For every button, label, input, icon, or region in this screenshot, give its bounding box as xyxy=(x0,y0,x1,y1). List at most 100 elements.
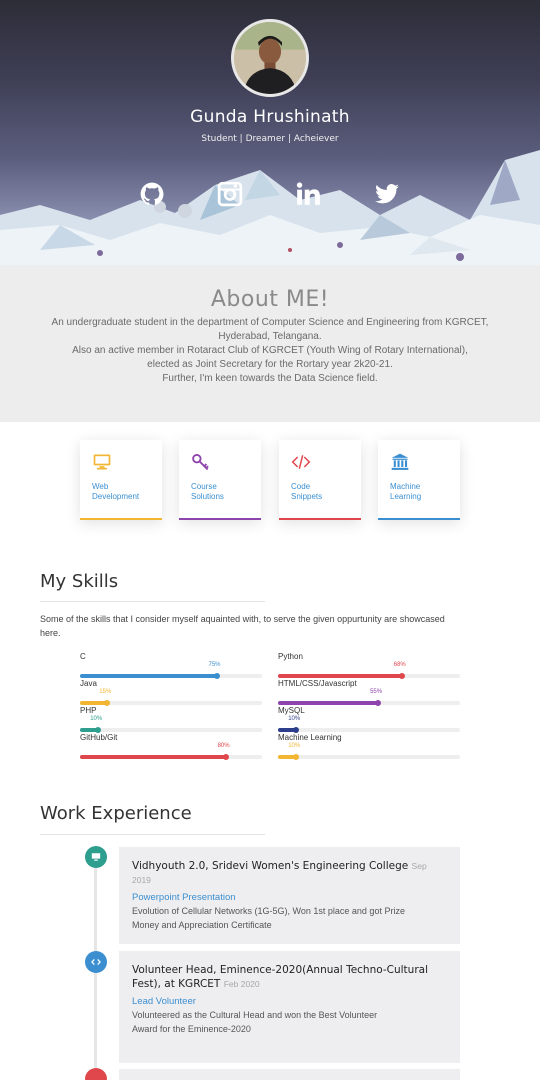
twitter-icon[interactable] xyxy=(373,180,401,208)
service-label: Machine xyxy=(390,482,421,491)
timeline-dot xyxy=(85,951,107,973)
skill-progress-fill xyxy=(80,755,226,759)
skill-name: Python xyxy=(278,652,303,661)
about-text: An undergraduate student in the departme… xyxy=(0,316,540,386)
skill-percent: 68% xyxy=(393,662,406,668)
skill-item: C 75% xyxy=(80,652,262,679)
skill-progress-track xyxy=(80,673,262,679)
about-line: Also an active member in Rotaract Club o… xyxy=(72,345,468,356)
skills-description: Some of the skills that I consider mysel… xyxy=(40,612,500,640)
skills-divider xyxy=(40,601,265,602)
skill-name: Java xyxy=(80,679,97,688)
skills-description-line: Some of the skills that I consider mysel… xyxy=(40,614,445,624)
card-accent-bar xyxy=(80,518,162,520)
skill-percent: 10% xyxy=(288,716,301,722)
skills-title: My Skills xyxy=(40,571,119,592)
service-label: Web xyxy=(92,482,109,491)
skill-progress-track xyxy=(80,700,262,706)
skills-description-line: here. xyxy=(40,628,61,638)
about-section: About ME! An undergraduate student in th… xyxy=(0,265,540,422)
about-line: Further, I'm keen towards the Data Scien… xyxy=(162,373,378,384)
skill-name: MySQL xyxy=(278,706,305,715)
card-accent-bar xyxy=(378,518,460,520)
experience-role[interactable]: Lead Volunteer xyxy=(132,996,447,1007)
hero-banner: Gunda Hrushinath Student | Dreamer | Ach… xyxy=(0,0,540,265)
code-icon xyxy=(91,959,101,965)
service-card-web-development[interactable]: Web Development xyxy=(80,440,162,520)
skill-progress-track xyxy=(278,673,460,679)
service-label: Course xyxy=(191,482,217,491)
skill-item: MySQL 10% xyxy=(278,706,460,733)
card-accent-bar xyxy=(279,518,361,520)
skill-progress-track xyxy=(278,727,460,733)
experience-description-line: Money and Appreciation Certificate xyxy=(132,920,272,930)
skill-item: Machine Learning 10% xyxy=(278,733,460,760)
skill-progress-knob xyxy=(222,754,229,760)
experience-title: Fest), at KGRCET xyxy=(132,978,221,990)
timeline-dot xyxy=(85,846,107,868)
experience-description-line: Award for the Eminence-2020 xyxy=(132,1024,251,1034)
service-label: Development xyxy=(92,492,140,501)
skill-percent: 15% xyxy=(99,689,112,695)
skill-percent: 55% xyxy=(370,689,383,695)
skill-item: PHP 10% xyxy=(80,706,262,733)
service-label: Snippets xyxy=(291,492,323,501)
about-line: An undergraduate student in the departme… xyxy=(51,317,489,328)
skill-progress-fill xyxy=(278,701,379,705)
skill-name: Machine Learning xyxy=(278,733,342,742)
skill-progress-fill xyxy=(80,674,217,678)
work-title: Work Experience xyxy=(40,803,192,824)
instagram-icon[interactable] xyxy=(216,180,244,208)
experience-card: Volunteer Head, Eminence-2020(Annual Tec… xyxy=(119,951,460,1063)
service-card-code-snippets[interactable]: Code Snippets xyxy=(279,440,361,520)
experience-description-line: Evolution of Cellular Networks (1G-5G), … xyxy=(132,906,405,916)
skill-progress-fill xyxy=(278,674,402,678)
github-icon[interactable] xyxy=(138,180,166,208)
skill-name: PHP xyxy=(80,706,97,715)
skill-percent: 10% xyxy=(288,743,301,749)
skill-name: HTML/CSS/Javascript xyxy=(278,679,357,688)
skill-percent: 80% xyxy=(217,743,230,749)
experience-card xyxy=(119,1069,460,1080)
timeline-dot xyxy=(85,1068,107,1080)
experience-card: Vidhyouth 2.0, Sridevi Women's Engineeri… xyxy=(119,847,460,944)
experience-role[interactable]: Powerpoint Presentation xyxy=(132,892,447,903)
code-icon xyxy=(291,455,311,469)
skill-progress-knob xyxy=(293,754,300,760)
skill-item: HTML/CSS/Javascript 55% xyxy=(278,679,460,706)
service-label: Learning xyxy=(390,492,422,501)
about-title: About ME! xyxy=(210,287,330,312)
skill-progress-track xyxy=(278,754,460,760)
linkedin-icon[interactable] xyxy=(294,180,322,208)
service-card-machine-learning[interactable]: Machine Learning xyxy=(378,440,460,520)
service-card-course-solutions[interactable]: Course Solutions xyxy=(179,440,261,520)
experience-description: Evolution of Cellular Networks (1G-5G), … xyxy=(132,904,447,932)
experience-description-line: Volunteered as the Cultural Head and won… xyxy=(132,1010,378,1020)
skill-item: Python 68% xyxy=(278,652,460,679)
about-line: Hyderabad, Telangana. xyxy=(218,331,322,342)
experience-heading: Volunteer Head, Eminence-2020(Annual Tec… xyxy=(132,963,447,991)
service-label: Code xyxy=(291,482,311,491)
card-accent-bar xyxy=(179,518,261,520)
bank-icon xyxy=(391,453,409,470)
experience-description: Volunteered as the Cultural Head and won… xyxy=(132,1008,447,1036)
profile-name: Gunda Hrushinath xyxy=(190,107,350,127)
skill-progress-track xyxy=(278,700,460,706)
monitor-icon xyxy=(93,454,111,470)
skill-progress-track xyxy=(80,727,262,733)
experience-heading: Vidhyouth 2.0, Sridevi Women's Engineeri… xyxy=(132,859,447,887)
experience-title: Vidhyouth 2.0, Sridevi Women's Engineeri… xyxy=(132,860,409,872)
key-icon xyxy=(192,454,209,471)
skill-percent: 10% xyxy=(90,716,103,722)
service-label: Solutions xyxy=(191,492,224,501)
skill-progress-track xyxy=(80,754,262,760)
monitor-icon xyxy=(91,853,101,861)
work-divider xyxy=(40,834,265,835)
skill-name: C xyxy=(80,652,86,661)
profile-tagline: Student | Dreamer | Acheiever xyxy=(201,134,339,144)
hero-landscape xyxy=(0,150,540,265)
about-line: elected as Joint Secretary for the Rorta… xyxy=(147,359,393,370)
skill-name: GitHub/Git xyxy=(80,733,118,742)
experience-title: Volunteer Head, Eminence-2020(Annual Tec… xyxy=(132,964,428,976)
skill-item: Java 15% xyxy=(80,679,262,706)
